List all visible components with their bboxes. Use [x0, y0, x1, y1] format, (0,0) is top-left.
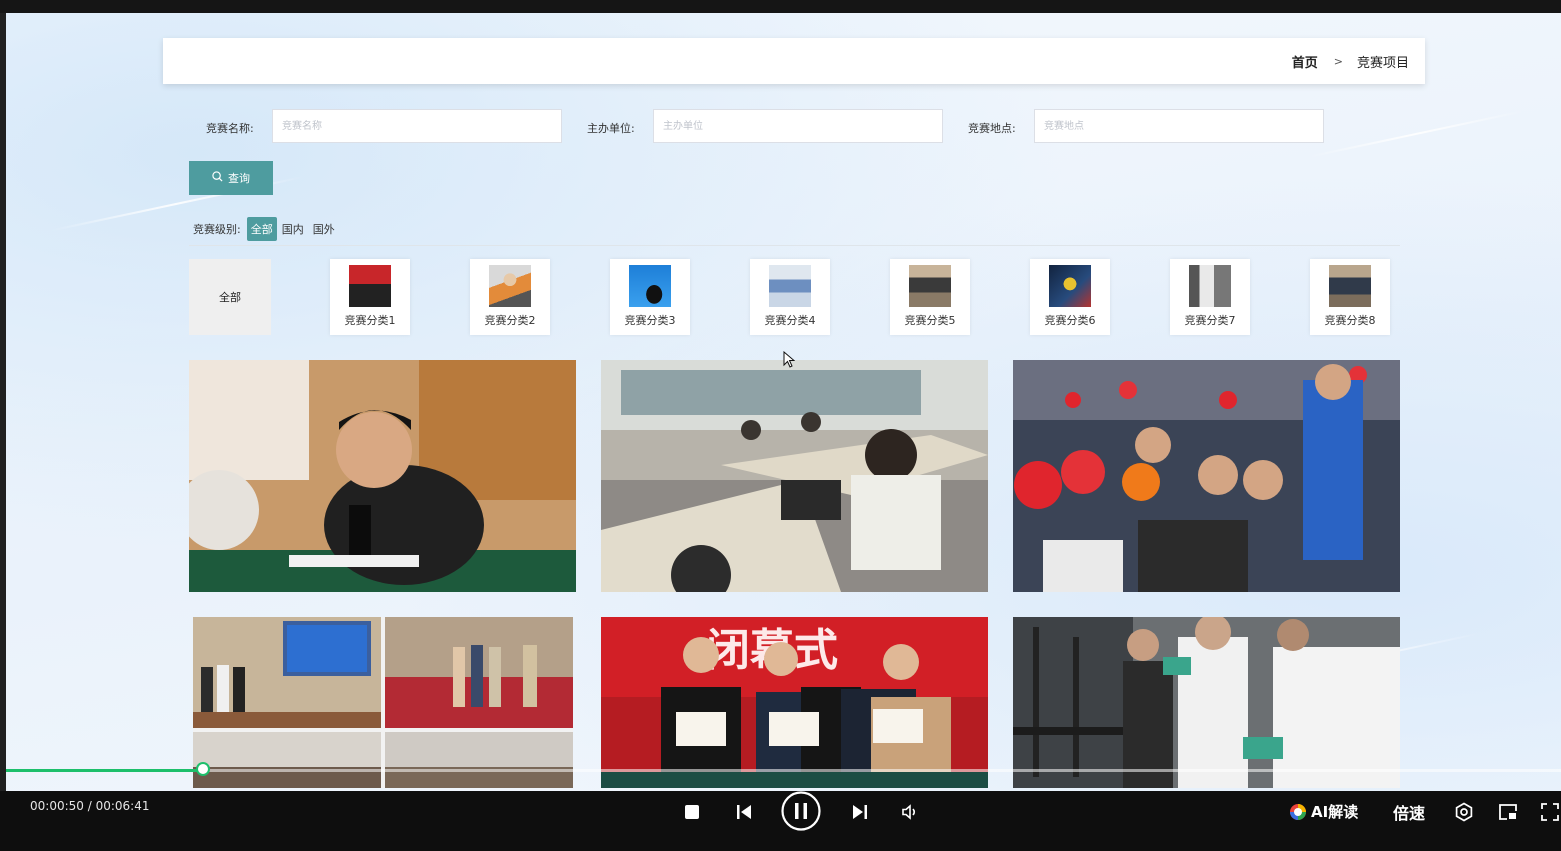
- picture-in-picture-button[interactable]: [1496, 800, 1520, 824]
- competition-photo-3[interactable]: [1013, 360, 1400, 592]
- category-label: 竞赛分类4: [764, 314, 816, 327]
- location-input[interactable]: [1034, 109, 1324, 143]
- category-thumbnail: [1329, 265, 1371, 307]
- category-label: 竞赛分类8: [1324, 314, 1376, 327]
- stop-icon: [685, 805, 699, 819]
- breadcrumb-separator: >: [1333, 54, 1343, 68]
- competition-photo-6[interactable]: [1013, 617, 1400, 788]
- pause-button[interactable]: [781, 791, 821, 831]
- category-thumbnail: [909, 265, 951, 307]
- next-icon: [853, 805, 867, 819]
- ai-logo-icon: [1290, 803, 1306, 820]
- fullscreen-button[interactable]: [1539, 800, 1561, 824]
- previous-icon: [737, 805, 751, 819]
- settings-icon: [1455, 802, 1473, 822]
- pause-icon: [781, 791, 821, 831]
- level-option-international[interactable]: 国外: [309, 217, 339, 241]
- progress-fill: [6, 769, 200, 772]
- category-tile-6[interactable]: 竞赛分类6: [1030, 259, 1110, 335]
- progress-handle[interactable]: [196, 762, 210, 776]
- breadcrumb-current: 竞赛项目: [1356, 55, 1409, 71]
- level-option-all[interactable]: 全部: [246, 217, 277, 241]
- category-thumbnail: [629, 265, 671, 307]
- playback-speed-button[interactable]: 倍速: [1393, 800, 1425, 824]
- breadcrumb-home[interactable]: 首页: [1292, 52, 1318, 71]
- category-all[interactable]: 全部: [189, 259, 271, 335]
- header-card: 首页 > 竞赛项目: [163, 38, 1425, 84]
- category-tile-5[interactable]: 竞赛分类5: [890, 259, 970, 335]
- query-button[interactable]: 查询: [189, 161, 273, 195]
- competition-photo-1[interactable]: [189, 360, 576, 592]
- ai-interpret-button[interactable]: AI解读: [1289, 801, 1358, 822]
- category-tile-2[interactable]: 竞赛分类2: [470, 259, 550, 335]
- volume-button[interactable]: [898, 801, 922, 823]
- top-bar: [0, 0, 1561, 13]
- competition-name-input[interactable]: [272, 109, 562, 143]
- level-option-domestic[interactable]: 国内: [278, 217, 308, 241]
- background-streak: [1308, 110, 1524, 158]
- category-label: 竞赛分类2: [484, 314, 536, 327]
- level-filter: 竞赛级别: 全部 国内 国外: [193, 217, 340, 241]
- category-label: 竞赛分类3: [624, 314, 676, 327]
- organizer-label: 主办单位:: [587, 122, 635, 135]
- query-button-label: 查询: [228, 172, 250, 185]
- fullscreen-icon: [1541, 803, 1559, 821]
- category-thumbnail: [1189, 265, 1231, 307]
- category-tile-7[interactable]: 竞赛分类7: [1170, 259, 1250, 335]
- level-filter-label: 竞赛级别:: [193, 223, 241, 236]
- category-thumbnail: [1049, 265, 1091, 307]
- category-label: 竞赛分类5: [904, 314, 956, 327]
- location-label: 竞赛地点:: [968, 122, 1016, 135]
- competition-name-label: 竞赛名称:: [206, 122, 254, 135]
- competition-photo-5[interactable]: 闭幕式: [601, 617, 988, 788]
- category-label: 竞赛分类1: [344, 314, 396, 327]
- category-tile-3[interactable]: 竞赛分类3: [610, 259, 690, 335]
- video-frame: 首页 > 竞赛项目 竞赛名称: 主办单位: 竞赛地点: 查询 竞赛级别: 全部 …: [6, 13, 1561, 791]
- search-icon: [212, 171, 223, 185]
- previous-button[interactable]: [732, 801, 756, 823]
- stop-button[interactable]: [680, 801, 704, 823]
- competition-photo-2[interactable]: [601, 360, 988, 592]
- progress-track[interactable]: [6, 769, 1561, 772]
- category-thumbnail: [769, 265, 811, 307]
- volume-icon: [902, 804, 916, 820]
- competition-photo-4[interactable]: [193, 617, 573, 788]
- category-tile-1[interactable]: 竞赛分类1: [330, 259, 410, 335]
- category-thumbnail: [489, 265, 531, 307]
- settings-button[interactable]: [1452, 800, 1476, 824]
- picture-in-picture-icon: [1499, 804, 1517, 820]
- player-control-bar: 00:00:50 / 00:06:41 AI解读 倍速: [0, 791, 1561, 851]
- category-tile-8[interactable]: 竞赛分类8: [1310, 259, 1390, 335]
- mouse-cursor-icon: [783, 350, 796, 373]
- ai-interpret-label: AI解读: [1311, 803, 1359, 821]
- organizer-input[interactable]: [653, 109, 943, 143]
- next-button[interactable]: [848, 801, 872, 823]
- category-thumbnail: [349, 265, 391, 307]
- playback-time: 00:00:50 / 00:06:41: [30, 799, 150, 813]
- divider: [189, 245, 1400, 246]
- category-label: 竞赛分类7: [1184, 314, 1236, 327]
- category-tile-4[interactable]: 竞赛分类4: [750, 259, 830, 335]
- breadcrumb: 首页 > 竞赛项目: [1292, 38, 1409, 84]
- category-label: 竞赛分类6: [1044, 314, 1096, 327]
